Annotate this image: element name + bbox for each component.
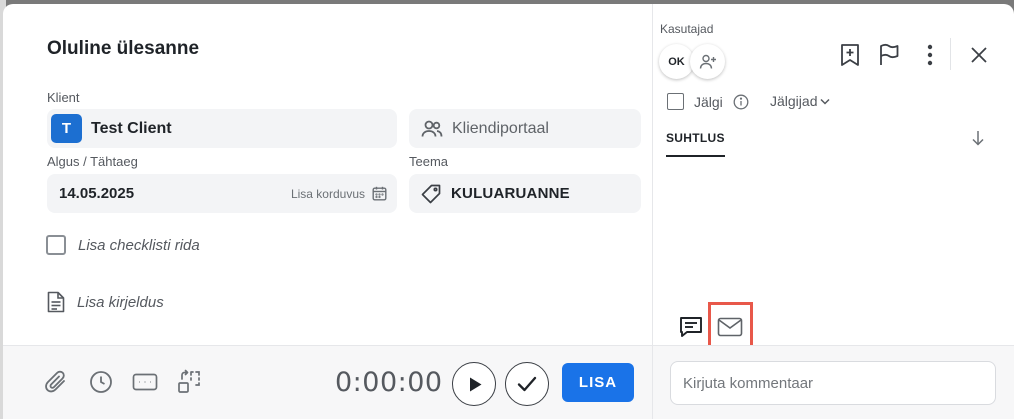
- client-field[interactable]: T Test Client: [47, 109, 397, 148]
- check-icon: [517, 376, 537, 392]
- follow-label: Jälgi: [694, 93, 723, 110]
- tab-communication[interactable]: SUHTLUS: [666, 131, 725, 157]
- add-user-button[interactable]: [690, 44, 725, 79]
- add-checklist-row[interactable]: Lisa checklisti rida: [46, 235, 200, 255]
- user-avatar[interactable]: OK: [659, 44, 694, 79]
- date-field[interactable]: 14.05.2025 Lisa korduvus: [47, 174, 397, 213]
- start-timer-button[interactable]: [452, 362, 496, 406]
- add-repeat-button[interactable]: Lisa korduvus: [291, 187, 365, 201]
- users-icon: [421, 120, 443, 138]
- move-task-icon[interactable]: [177, 369, 203, 395]
- complete-task-button[interactable]: [505, 362, 549, 406]
- client-label: Klient: [47, 90, 80, 105]
- client-name: Test Client: [91, 119, 172, 137]
- description-placeholder: Lisa kirjeldus: [77, 293, 164, 311]
- users-label: Kasutajad: [660, 22, 714, 36]
- client-avatar: T: [51, 114, 82, 143]
- add-button[interactable]: LISA: [562, 363, 634, 402]
- theme-field[interactable]: KULUARUANNE: [409, 174, 641, 213]
- follow-toggle[interactable]: Jälgi: [667, 93, 749, 110]
- add-user-icon: [699, 54, 717, 70]
- document-icon: [47, 291, 65, 313]
- more-options-icon[interactable]: [917, 42, 943, 68]
- date-value: 14.05.2025: [59, 185, 135, 202]
- date-label: Algus / Tähtaeg: [47, 154, 138, 169]
- play-icon: [469, 377, 482, 392]
- add-description-row[interactable]: Lisa kirjeldus: [47, 291, 164, 313]
- task-title[interactable]: Oluline ülesanne: [47, 38, 199, 60]
- checkbox-icon: [46, 235, 66, 255]
- header-separator: [950, 38, 951, 70]
- checklist-placeholder: Lisa checklisti rida: [78, 236, 200, 254]
- keyboard-icon[interactable]: [132, 369, 158, 395]
- followers-dropdown[interactable]: Jälgijad: [770, 93, 831, 109]
- bottom-divider: [652, 346, 653, 419]
- bookmark-add-icon[interactable]: [837, 42, 863, 68]
- follow-checkbox[interactable]: [667, 93, 684, 110]
- close-icon[interactable]: [966, 42, 992, 68]
- followers-label: Jälgijad: [770, 93, 818, 109]
- timer-display: 0:00:00: [335, 367, 443, 398]
- attachment-icon[interactable]: [43, 369, 69, 395]
- comment-mode-icon[interactable]: [676, 312, 706, 342]
- clock-icon[interactable]: [88, 369, 114, 395]
- info-icon[interactable]: [733, 94, 749, 110]
- theme-label: Teema: [409, 154, 449, 169]
- sort-down-icon[interactable]: [969, 129, 987, 147]
- email-mode-highlight: [708, 302, 753, 350]
- bottom-toolbar: 0:00:00 LISA: [3, 345, 1014, 419]
- tag-icon: [421, 184, 441, 204]
- task-modal: Oluline ülesanne Klient T Test Client Kl…: [3, 4, 1014, 419]
- theme-value: KULUARUANNE: [451, 185, 570, 202]
- chevron-down-icon: [820, 98, 831, 105]
- flag-icon[interactable]: [876, 42, 902, 68]
- comment-input[interactable]: [670, 361, 996, 405]
- client-portal-label: Kliendiportaal: [452, 119, 549, 137]
- client-portal-button[interactable]: Kliendiportaal: [409, 109, 641, 148]
- calendar-icon[interactable]: [372, 186, 387, 201]
